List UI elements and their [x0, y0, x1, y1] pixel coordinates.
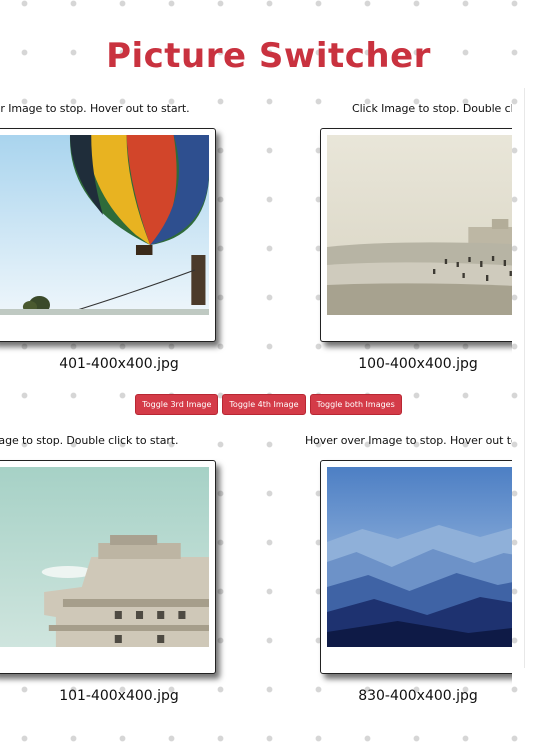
- picture-panel-2: Click Image to stop. Double click to sta…: [280, 102, 512, 382]
- picture-panel-1: Hover over Image to stop. Hover out to s…: [0, 102, 230, 382]
- blue-mountains-photo[interactable]: [327, 467, 512, 647]
- panel-filename: 101-400x400.jpg: [59, 688, 179, 704]
- picture-panel-4: Hover over Image to stop. Hover out to s…: [280, 434, 512, 714]
- picture-frame[interactable]: [320, 128, 512, 342]
- scrollbar[interactable]: [524, 88, 537, 668]
- panel-filename: 401-400x400.jpg: [59, 356, 179, 372]
- beach-crowd-photo[interactable]: [327, 135, 512, 315]
- picture-frame[interactable]: [0, 460, 216, 674]
- hot-air-balloon-photo[interactable]: [0, 135, 209, 315]
- panel-instruction: Click Image to stop. Double click to sta…: [0, 434, 179, 447]
- toggle-3rd-image-button[interactable]: Toggle 3rd Image: [135, 394, 219, 415]
- page-title: Picture Switcher: [106, 36, 431, 76]
- picture-frame[interactable]: [320, 460, 512, 674]
- toggle-both-images-button[interactable]: Toggle both Images: [309, 394, 402, 415]
- panel-instruction: Click Image to stop. Double click to sta…: [352, 102, 512, 115]
- toggle-4th-image-button[interactable]: Toggle 4th Image: [222, 394, 306, 415]
- panel-filename: 100-400x400.jpg: [358, 356, 478, 372]
- picture-frame[interactable]: [0, 128, 216, 342]
- concrete-building-photo[interactable]: [0, 467, 209, 647]
- toggle-button-row: Toggle 3rd Image Toggle 4th Image Toggle…: [0, 394, 537, 415]
- panel-instruction: Hover over Image to stop. Hover out to s…: [305, 434, 512, 447]
- panel-filename: 830-400x400.jpg: [358, 688, 478, 704]
- panel-instruction: Hover over Image to stop. Hover out to s…: [0, 102, 190, 115]
- picture-panel-3: Click Image to stop. Double click to sta…: [0, 434, 230, 714]
